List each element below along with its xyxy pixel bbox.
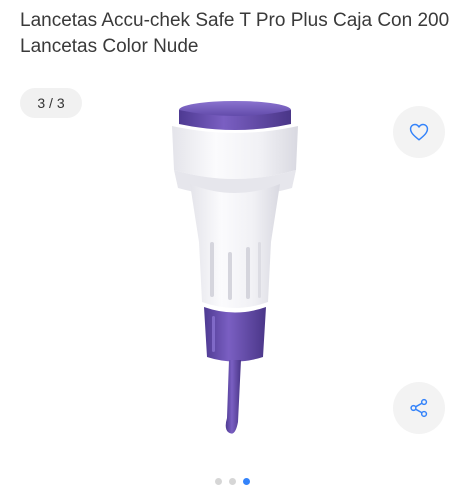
share-icon	[408, 397, 430, 419]
heart-icon	[408, 121, 430, 143]
product-title: Lancetas Accu-chek Safe T Pro Plus Caja …	[20, 10, 450, 57]
lancet-illustration	[172, 101, 298, 434]
image-counter-text: 3 / 3	[37, 95, 65, 111]
carousel-pagination	[0, 476, 464, 486]
image-counter-badge: 3 / 3	[20, 88, 82, 118]
carousel-dot[interactable]	[214, 477, 222, 485]
product-image[interactable]	[150, 92, 320, 452]
favorite-button[interactable]	[393, 106, 445, 158]
share-button[interactable]	[393, 382, 445, 434]
carousel-dot-active[interactable]	[242, 477, 250, 485]
carousel-dot[interactable]	[228, 477, 236, 485]
